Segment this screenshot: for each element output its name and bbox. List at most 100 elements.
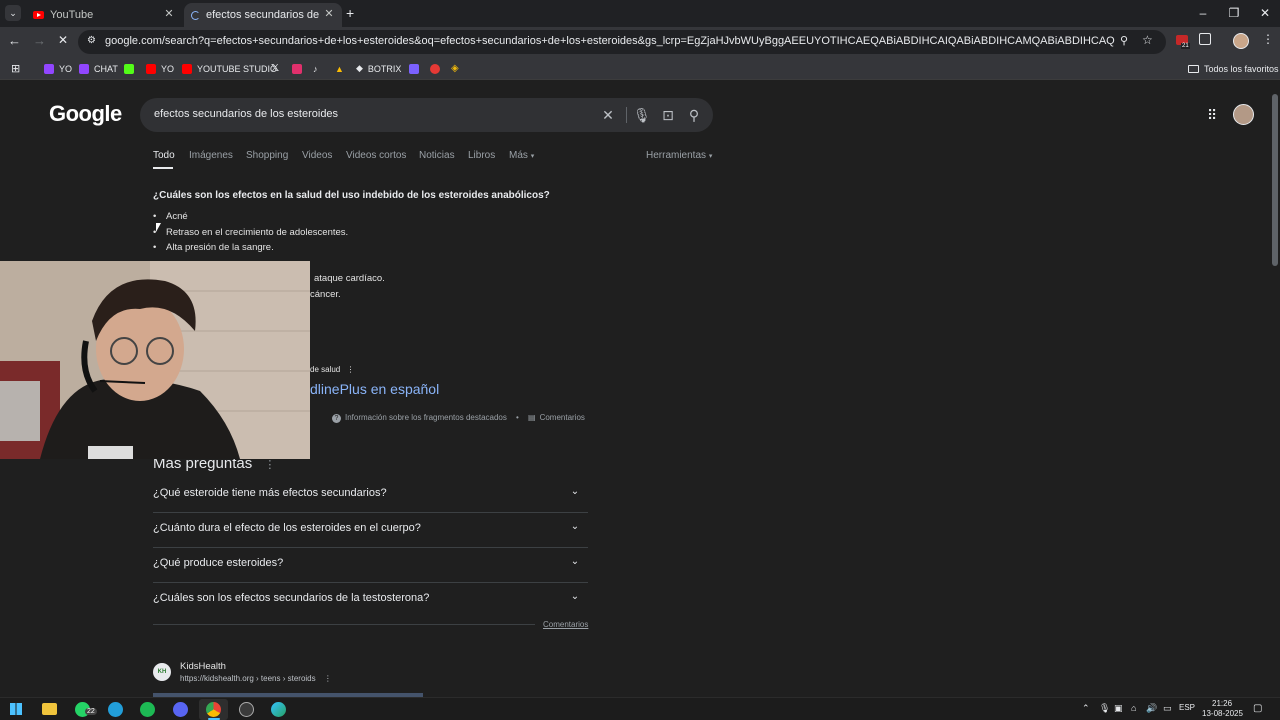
bookmark-tiktok[interactable]: ♪ bbox=[313, 61, 318, 76]
about-snippets-link[interactable]: ? Información sobre los fragmentos destac… bbox=[332, 413, 507, 423]
bookmark-x[interactable]: 𝕏 bbox=[271, 61, 279, 76]
scrollbar-thumb[interactable] bbox=[1272, 94, 1278, 266]
language-indicator[interactable]: ESP bbox=[1179, 703, 1195, 712]
snippet-item: Acné bbox=[153, 211, 188, 222]
back-icon[interactable]: ← bbox=[8, 33, 21, 48]
tab-imagenes[interactable]: Imágenes bbox=[189, 150, 233, 161]
google-apps-icon[interactable]: ⠿ bbox=[1207, 107, 1217, 124]
restore-icon[interactable]: ❐ bbox=[1227, 6, 1241, 20]
more-options-icon[interactable]: ⋮ bbox=[346, 365, 354, 374]
result-url[interactable]: https://kidshealth.org › teens › steroid… bbox=[180, 674, 332, 683]
active-tab-indicator bbox=[153, 167, 173, 169]
battery-icon[interactable]: ▭ bbox=[1163, 703, 1172, 714]
dot-separator: • bbox=[516, 413, 519, 422]
all-bookmarks[interactable]: Todos los favoritos bbox=[1188, 61, 1279, 76]
close-tab-icon[interactable]: ✕ bbox=[162, 7, 176, 21]
tab-title: efectos secundarios de los este bbox=[206, 9, 321, 21]
bookmark-twitch-chat[interactable]: CHAT bbox=[79, 61, 118, 76]
search-box[interactable]: efectos secundarios de los esteroides ✕ … bbox=[140, 98, 713, 132]
tab-noticias[interactable]: Noticias bbox=[419, 150, 455, 161]
tab-search-button[interactable]: ⌄ bbox=[5, 5, 21, 21]
dropdown-caret-icon: ▾ bbox=[530, 153, 535, 160]
tab-videos-cortos[interactable]: Videos cortos bbox=[346, 150, 406, 161]
location-icon[interactable]: ⚲ bbox=[1120, 34, 1128, 47]
apps-grid-icon[interactable]: ⊞ bbox=[11, 62, 20, 75]
paa-question[interactable]: ¿Qué esteroide tiene más efectos secunda… bbox=[153, 478, 588, 513]
tiktok-icon: ♪ bbox=[313, 63, 318, 74]
search-input[interactable]: efectos secundarios de los esteroides bbox=[154, 108, 338, 120]
obs-icon[interactable] bbox=[239, 702, 254, 717]
telegram-icon[interactable] bbox=[108, 702, 123, 717]
stop-loading-icon[interactable]: ✕ bbox=[58, 33, 68, 47]
discord-icon[interactable] bbox=[173, 702, 188, 717]
extensions-puzzle-icon[interactable] bbox=[1199, 33, 1211, 45]
tab-todo[interactable]: Todo bbox=[153, 150, 175, 161]
paa-question[interactable]: ¿Cuánto dura el efecto de los esteroides… bbox=[153, 513, 588, 548]
bookmark-binance[interactable]: ◈ bbox=[451, 61, 459, 76]
microphone-icon[interactable]: 🎙 bbox=[633, 107, 651, 123]
google-logo[interactable]: Google bbox=[49, 101, 122, 127]
tray-overflow-icon[interactable]: ⌃ bbox=[1082, 703, 1090, 714]
tab-title: YouTube bbox=[50, 9, 94, 21]
twitch-icon bbox=[79, 63, 89, 74]
chevron-down-icon: ⌄ bbox=[570, 591, 580, 602]
close-tab-icon[interactable]: ✕ bbox=[322, 7, 336, 21]
paa-question[interactable]: ¿Qué produce esteroides? ⌄ bbox=[153, 548, 588, 583]
divider bbox=[626, 107, 627, 123]
account-avatar[interactable] bbox=[1233, 104, 1254, 125]
network-icon[interactable]: ⌂ bbox=[1131, 703, 1136, 713]
more-options-icon[interactable]: ⋮ bbox=[324, 674, 332, 683]
new-tab-button[interactable]: + bbox=[346, 5, 354, 21]
snippet-feedback-link[interactable]: ▤ Comentarios bbox=[528, 413, 585, 422]
search-icon[interactable]: ⚲ bbox=[686, 107, 702, 123]
forward-icon[interactable]: → bbox=[33, 33, 46, 48]
webcam-streamer-image bbox=[0, 261, 310, 459]
chrome-icon[interactable] bbox=[206, 702, 221, 717]
bookmark-youtube-studio[interactable]: YOUTUBE STUDIO bbox=[182, 61, 277, 76]
tab-mas[interactable]: Más ▾ bbox=[509, 150, 534, 161]
clear-icon[interactable]: ✕ bbox=[600, 107, 616, 123]
tab-shopping[interactable]: Shopping bbox=[246, 150, 288, 161]
tools-button[interactable]: Herramientas ▾ bbox=[646, 150, 712, 161]
address-bar[interactable]: ⚙ google.com/search?q=efectos+secundario… bbox=[78, 30, 1166, 54]
youtube-icon bbox=[33, 11, 44, 19]
snippet-source-link[interactable]: dlinePlus en español bbox=[310, 381, 439, 397]
spotify-icon[interactable] bbox=[140, 702, 155, 717]
tray-app-icon[interactable]: ▣ bbox=[1114, 703, 1123, 714]
bookmark-instagram[interactable] bbox=[292, 61, 307, 76]
close-window-icon[interactable]: ✕ bbox=[1258, 6, 1272, 20]
menu-kebab-icon[interactable]: ⋮ bbox=[1262, 32, 1274, 46]
minimize-icon[interactable]: – bbox=[1196, 6, 1210, 20]
site-info-icon[interactable]: ⚙ bbox=[87, 35, 96, 46]
clock-time[interactable]: 21:26 bbox=[1212, 699, 1232, 708]
tab-libros[interactable]: Libros bbox=[468, 150, 495, 161]
file-explorer-icon[interactable] bbox=[42, 703, 57, 715]
bookmark-drive[interactable]: ▲ bbox=[335, 61, 344, 76]
volume-icon[interactable]: 🔊 bbox=[1146, 703, 1157, 714]
edge-icon[interactable] bbox=[271, 702, 286, 717]
more-options-icon[interactable]: ⋮ bbox=[264, 459, 275, 471]
paa-question[interactable]: ¿Cuáles son los efectos secundarios de l… bbox=[153, 583, 588, 618]
clock-date[interactable]: 13-08-2025 bbox=[1202, 709, 1243, 718]
bookmark-star-icon[interactable]: ☆ bbox=[1142, 33, 1153, 47]
notifications-icon[interactable]: ▢ bbox=[1253, 703, 1262, 714]
page-scrollbar[interactable] bbox=[1270, 80, 1280, 697]
bookmark-s[interactable] bbox=[409, 61, 424, 76]
chevron-down-icon: ⌄ bbox=[570, 556, 580, 567]
result-site-name[interactable]: KidsHealth bbox=[180, 661, 226, 672]
microphone-tray-icon[interactable]: 🎙 bbox=[1099, 703, 1110, 714]
camera-lens-icon[interactable]: ⊡ bbox=[660, 107, 676, 123]
bookmark-twitch-yo[interactable]: YO bbox=[44, 61, 72, 76]
bookmark-kick[interactable] bbox=[124, 61, 139, 76]
feedback-icon: ▤ bbox=[528, 413, 536, 422]
tab-youtube[interactable]: YouTube ✕ bbox=[26, 3, 182, 27]
windows-start-icon[interactable] bbox=[10, 703, 22, 715]
paa-feedback-link[interactable]: Comentarios bbox=[543, 620, 588, 629]
tab-search-results[interactable]: efectos secundarios de los este ✕ bbox=[184, 3, 342, 27]
bookmark-botrix[interactable]: ◆ BOTRIX bbox=[356, 61, 401, 76]
profile-avatar[interactable] bbox=[1233, 33, 1249, 49]
chevron-down-icon: ⌄ bbox=[570, 521, 580, 532]
bookmark-circle[interactable] bbox=[430, 61, 445, 76]
tab-videos[interactable]: Videos bbox=[302, 150, 332, 161]
bookmark-youtube-yo[interactable]: YO bbox=[146, 61, 174, 76]
